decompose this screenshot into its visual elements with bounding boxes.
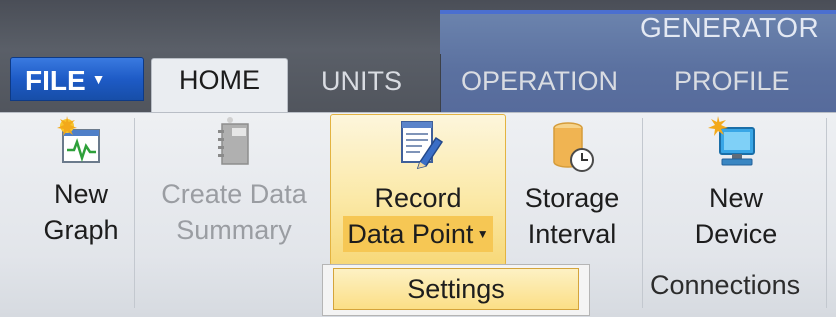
menu-item-settings[interactable]: Settings (333, 268, 579, 310)
create-summary-label-line2: Summary (176, 215, 292, 245)
record-label-line1: Record (374, 183, 462, 213)
new-device-label-line1: New (708, 183, 763, 213)
group-separator (826, 118, 827, 308)
contextual-group-label: GENERATOR (640, 12, 820, 43)
computer-icon (708, 116, 755, 166)
create-data-summary-button[interactable]: Create Data Summary (146, 116, 322, 248)
chevron-down-icon: ▼ (91, 71, 106, 87)
file-tab[interactable]: FILE ▼ (10, 57, 144, 101)
storage-clock-icon (553, 122, 594, 172)
new-graph-icon (57, 116, 100, 163)
record-label-line2-wrap: Data Point ▼ (343, 216, 493, 252)
notebook-icon (218, 117, 249, 165)
storage-interval-button[interactable]: Storage Interval (508, 116, 636, 252)
group-separator (642, 118, 643, 308)
create-summary-label-line1: Create Data (161, 179, 307, 209)
new-graph-label-line1: New (53, 179, 108, 209)
storage-label-line2: Interval (527, 219, 617, 249)
tab-units[interactable]: UNITS (321, 64, 402, 98)
record-data-point-content[interactable]: Record Data Point ▼ (330, 116, 506, 252)
chevron-down-icon: ▼ (473, 227, 489, 241)
storage-label-line1: Storage (524, 183, 620, 213)
new-device-button[interactable]: New Device (680, 116, 792, 252)
new-graph-button[interactable]: New Graph (38, 116, 124, 248)
group-label-connections: Connections (650, 270, 801, 300)
record-label-line2: Data Point (347, 219, 474, 249)
tab-operation[interactable]: OPERATION (461, 64, 618, 98)
new-graph-label-line2: Graph (43, 215, 119, 245)
tab-separator (440, 54, 441, 114)
group-separator (134, 118, 135, 308)
notepad-pencil-icon (401, 121, 444, 170)
tab-profile[interactable]: PROFILE (674, 64, 790, 98)
new-device-label-line2: Device (694, 219, 778, 249)
file-tab-label: FILE (25, 65, 86, 96)
